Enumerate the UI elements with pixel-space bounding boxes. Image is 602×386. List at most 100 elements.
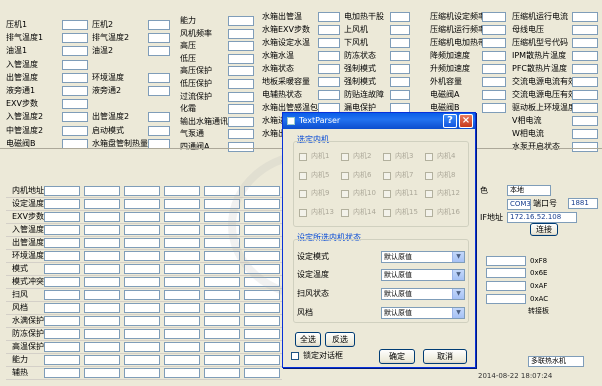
checkbox-label: 内机11 [395,189,418,197]
cancel-button[interactable]: 取消 [423,349,467,364]
top-label: 上风机 [344,25,368,34]
checkbox-box[interactable] [425,172,433,180]
top-label: 低压 [180,54,196,63]
value-field [148,73,170,83]
checkbox-label: 内机2 [353,152,372,160]
top-label: 入管温度2 [6,112,44,121]
checkbox-box[interactable] [425,209,433,217]
invert-button[interactable]: 反选 [325,332,355,347]
indoor-value-field [204,303,240,313]
indoor-value-field [84,212,120,222]
checkbox-box[interactable] [341,153,349,161]
row-label: 风档 [297,308,313,317]
temp-select[interactable]: 默认原值 ▼ [381,269,465,281]
checkbox-box[interactable] [425,190,433,198]
checkbox-box[interactable] [299,172,307,180]
top-label: 电辅热状态 [262,90,302,99]
top-label: 中管温度2 [6,126,44,135]
indoor-value-field [84,329,120,339]
top-label: 风机频率 [180,29,212,38]
indoor-value-field [244,303,280,313]
connect-button[interactable]: 连接 [530,223,558,236]
top-label: 油温1 [6,46,28,55]
value-field [62,86,88,96]
ip-field[interactable]: 172.16.52.108 [507,212,577,223]
timestamp: 2014-08-22 18:07:24 [478,372,553,380]
top-label: 液旁通2 [92,86,122,95]
port-field[interactable]: 1881 [568,198,598,209]
value-field [318,64,340,74]
indoor-attr-label: 设定温度 [12,199,44,208]
checkbox-box[interactable] [299,190,307,198]
checkbox-box[interactable] [341,190,349,198]
top-label: 压缩机电加热带 [430,38,486,47]
checkbox-box[interactable] [299,153,307,161]
value-field [228,66,254,76]
dialog-titlebar[interactable]: TextParser ? × [283,113,475,129]
value-field [482,12,506,22]
top-label: 压机1 [6,20,28,29]
checkbox-label: 内机1 [311,152,330,160]
indoor-value-field [84,342,120,352]
indoor-value-field [164,186,200,196]
chevron-down-icon: ▼ [452,270,464,280]
value-field [390,64,410,74]
top-label: 水箱水温 [262,51,294,60]
indoor-value-field [204,290,240,300]
checkbox-label: 内机4 [437,152,456,160]
value-field [318,51,340,61]
indoor-value-field [244,329,280,339]
checkbox-box[interactable] [341,172,349,180]
indoor-value-field [84,368,120,378]
indoor-value-field [44,186,80,196]
checkbox-box[interactable] [383,190,391,198]
swing-select[interactable]: 默认原值 ▼ [381,288,465,300]
top-label: 启动模式 [92,126,124,135]
transfer-label: 转接板 [528,307,549,315]
value-field [390,77,410,87]
row-label: 设定模式 [297,252,329,261]
top-label: 外机容量 [430,77,462,86]
top-label: 排气温度2 [92,33,130,42]
indoor-value-field [124,186,160,196]
indoor-value-field [124,342,160,352]
ok-button[interactable]: 确定 [379,349,415,364]
value-field [228,92,254,102]
mode-select[interactable]: 默认原值 ▼ [381,251,465,263]
select-all-button[interactable]: 全选 [295,332,321,347]
checkbox-box[interactable] [383,153,391,161]
com-field[interactable]: COM3 [507,199,531,210]
checkbox-box[interactable] [383,209,391,217]
checkbox-box[interactable] [341,209,349,217]
checkbox-box[interactable] [299,209,307,217]
indoor-value-field [84,264,120,274]
device-field[interactable]: 本地 [507,185,551,196]
checkbox-box[interactable] [425,153,433,161]
top-label: 下风机 [344,38,368,47]
help-button[interactable]: ? [443,114,457,128]
top-label: 电磁阀A [430,90,460,99]
fan-select[interactable]: 默认原值 ▼ [381,307,465,319]
checkbox-label: 内机15 [395,208,418,216]
indoor-attr-label: 辅热 [12,368,28,377]
checkbox-box[interactable] [383,172,391,180]
value-field [62,33,88,43]
value-field [390,51,410,61]
indoor-value-field [44,225,80,235]
top-label: 排气温度1 [6,33,44,42]
close-button[interactable]: × [459,114,473,128]
value-field [148,112,170,122]
top-label: 压缩机运行电流 [512,12,568,21]
value-field [572,103,598,113]
value-field [482,90,506,100]
value-field [572,51,598,61]
checkbox-label: 内机12 [437,189,460,197]
lock-checkbox[interactable] [291,352,299,360]
chevron-down-icon: ▼ [452,252,464,262]
indoor-value-field [164,368,200,378]
chevron-down-icon: ▼ [452,289,464,299]
top-label: 强制模式 [344,64,376,73]
indoor-value-field [164,264,200,274]
value-field [62,126,88,136]
value-field [572,142,598,152]
